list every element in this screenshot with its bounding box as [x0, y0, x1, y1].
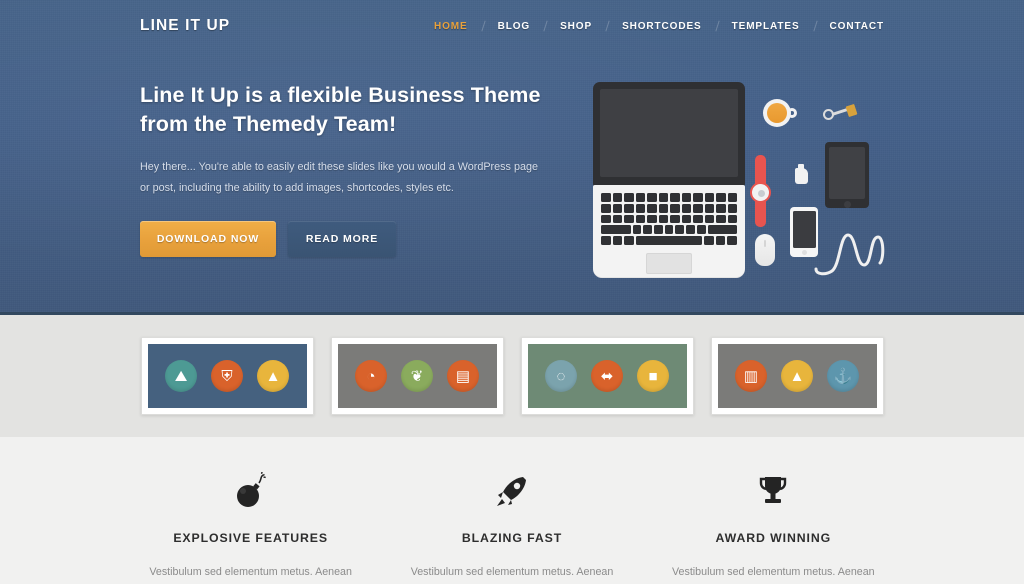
portfolio-thumb-4[interactable]: ▥ ▲ ⚓: [710, 337, 884, 415]
feature-description: Vestibulum sed elementum metus. Aenean: [149, 566, 352, 578]
feature-description: Vestibulum sed elementum metus. Aenean: [410, 566, 614, 578]
portfolio-thumb-image: ◌ ⬌ ■: [527, 344, 687, 408]
laptop-display: [600, 89, 739, 177]
nav-item-templates[interactable]: TEMPLATES: [717, 21, 815, 32]
laptop-trackpad: [646, 253, 693, 274]
shield-icon: ⛨: [211, 360, 243, 392]
nav-item-blog[interactable]: BLOG: [483, 21, 546, 32]
portfolio-strip: ⛰ ⛨ ▲ ◔ ❦ ▤ ◌ ⬌ ■ ▥ ▲ ⚓: [0, 315, 1024, 437]
portfolio-thumb-1[interactable]: ⛰ ⛨ ▲: [140, 337, 314, 415]
feature-title: AWARD WINNING: [715, 531, 832, 545]
portfolio-thumb-image: ◔ ❦ ▤: [337, 344, 497, 408]
features-section: EXPLOSIVE FEATURES Vestibulum sed element…: [0, 437, 1024, 582]
rocket-icon: [399, 470, 624, 512]
bomb-icon: [138, 470, 363, 512]
feature-column: AWARD WINNING Vestibulum sed elementum me…: [643, 470, 904, 582]
portfolio-thumb-3[interactable]: ◌ ⬌ ■: [520, 337, 694, 415]
mountain-icon: ⛰: [165, 360, 197, 392]
main-navigation: HOME BLOG SHOP SHORTCODES TEMPLATES CONTACT: [419, 21, 884, 32]
hero-illustration: [585, 77, 885, 297]
read-more-button[interactable]: READ MORE: [288, 221, 396, 257]
book-icon: ▤: [447, 360, 479, 392]
download-now-button[interactable]: DOWNLOAD NOW: [140, 221, 276, 257]
portfolio-thumb-image: ▥ ▲ ⚓: [717, 344, 877, 408]
portfolio-thumb-2[interactable]: ◔ ❦ ▤: [330, 337, 504, 415]
compass-icon: ◔: [355, 360, 387, 392]
keys-icon: [823, 103, 858, 125]
laptop-screen: [593, 82, 746, 186]
feature-description: Vestibulum sed elementum metus. Aenean: [672, 566, 875, 578]
trees-icon: ▲: [781, 360, 813, 392]
nav-item-home[interactable]: HOME: [419, 21, 483, 32]
feature-column: BLAZING FAST Vestibulum sed elementum met…: [381, 470, 642, 582]
campfire-icon: ▲: [257, 360, 289, 392]
flask-icon: [795, 164, 809, 184]
laptop-icon: [593, 82, 746, 278]
bicycle-icon: ◌: [545, 360, 577, 392]
laptop-keyboard: [601, 193, 738, 245]
hero-description: Hey there... You're able to easily edit …: [140, 161, 538, 194]
hero-content: Line It Up is a flexible Business Theme …: [0, 52, 1024, 297]
portfolio-thumb-image: ⛰ ⛨ ▲: [147, 344, 307, 408]
hero-section: LINE IT UP HOME BLOG SHOP SHORTCODES TEMPLAT…: [0, 0, 1024, 315]
mouse-icon: [755, 234, 776, 266]
leaf-icon: ❦: [401, 360, 433, 392]
coffee-cup-icon: [763, 99, 798, 127]
dumbbell-icon: ⬌: [591, 360, 623, 392]
nav-item-contact[interactable]: CONTACT: [815, 21, 884, 32]
anchor-icon: ⚓: [827, 360, 859, 392]
shirt-icon: ■: [637, 360, 669, 392]
site-header: LINE IT UP HOME BLOG SHOP SHORTCODES TEMPLAT…: [0, 0, 1024, 52]
hero-text-column: Line It Up is a flexible Business Theme …: [140, 72, 545, 297]
hero-button-group: DOWNLOAD NOW READ MORE: [140, 221, 545, 257]
laptop-base: [593, 185, 746, 278]
hero-title: Line It Up is a flexible Business Theme …: [140, 83, 541, 136]
feature-title: BLAZING FAST: [461, 531, 563, 545]
nav-item-shop[interactable]: SHOP: [545, 21, 607, 32]
feature-column: EXPLOSIVE FEATURES Vestibulum sed element…: [120, 470, 381, 582]
feature-title: EXPLOSIVE FEATURES: [173, 531, 328, 545]
watch-icon: [750, 155, 772, 227]
nav-item-shortcodes[interactable]: SHORTCODES: [607, 21, 717, 32]
earphone-cable-icon: [814, 233, 885, 276]
clipboard-icon: ▥: [735, 360, 767, 392]
tablet-icon: [825, 142, 870, 208]
site-logo[interactable]: LINE IT UP: [140, 17, 230, 35]
trophy-icon: [661, 470, 886, 512]
